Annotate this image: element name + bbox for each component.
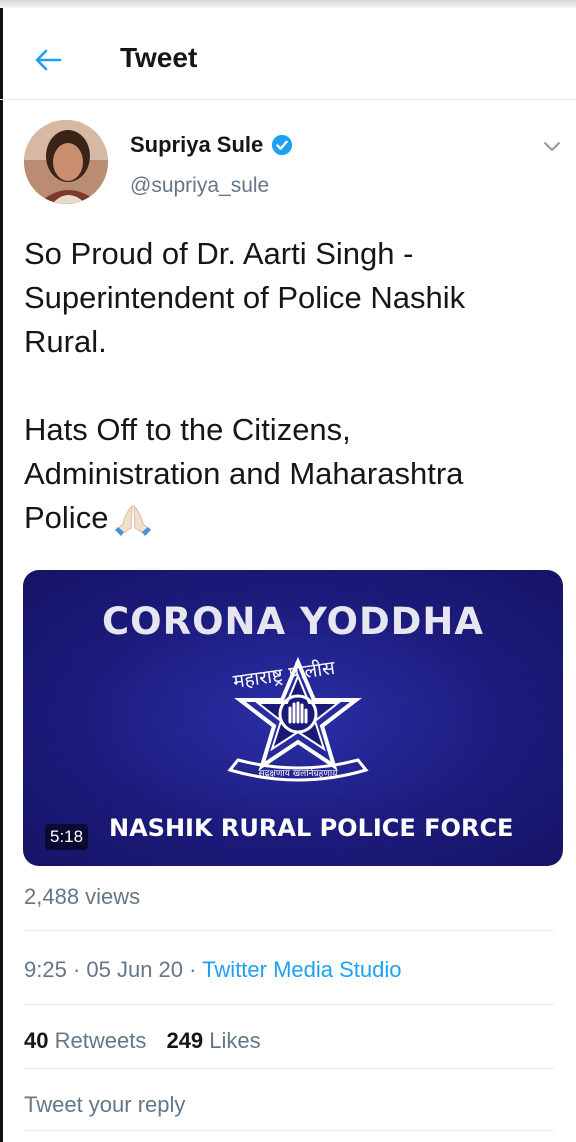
divider	[24, 1130, 554, 1131]
avatar[interactable]	[24, 120, 108, 204]
name-row: Supriya Sule	[130, 132, 293, 158]
view-count: 2,488 views	[24, 884, 141, 909]
engagement-stats: 40 Retweets 249 Likes	[24, 1028, 275, 1054]
video-title: CORONA YODDHA	[102, 600, 484, 643]
tweet-line: Police	[24, 500, 109, 535]
divider	[24, 1068, 554, 1069]
tweet-line: So Proud of Dr. Aarti Singh -	[24, 236, 414, 271]
chevron-down-icon[interactable]	[540, 134, 564, 158]
video-duration-badge: 5:18	[45, 824, 89, 850]
back-arrow-icon	[35, 49, 62, 71]
tweet-date: 05 Jun 20	[86, 957, 184, 982]
meta-separator: ·	[183, 957, 203, 982]
tweet-author: Supriya Sule @supriya_sule	[0, 112, 576, 212]
police-emblem-icon: महाराष्ट्र पोलीस सद्रक्षणाय खलनिग्रहणाय	[227, 656, 369, 782]
tweet-time: 9:25	[24, 957, 67, 982]
status-strip	[0, 0, 576, 8]
likes-count: 249	[166, 1028, 204, 1053]
top-bar: Tweet	[0, 20, 576, 100]
reply-input[interactable]: Tweet your reply	[24, 1092, 185, 1118]
tweet-line: Hats Off to the Citizens,	[24, 412, 351, 447]
likes-label: Likes	[209, 1028, 261, 1053]
retweets-count: 40	[24, 1028, 49, 1053]
back-button[interactable]	[28, 42, 68, 78]
retweets-label: Retweets	[54, 1028, 147, 1053]
emblem-top-text: महाराष्ट्र पोलीस	[231, 656, 337, 693]
meta-separator: ·	[66, 957, 87, 982]
likes-link[interactable]: 249 Likes	[166, 1028, 260, 1053]
folded-hands-icon	[115, 504, 152, 536]
page-title: Tweet	[120, 42, 198, 73]
tweet-line: Superintendent of Police Nashik	[24, 280, 466, 315]
verified-badge-icon	[272, 134, 293, 156]
author-name[interactable]: Supriya Sule	[130, 132, 263, 158]
emblem-ribbon-text: सद्रक्षणाय खलनिग्रहणाय	[259, 767, 339, 779]
video-subtitle: NASHIK RURAL POLICE FORCE	[109, 814, 514, 842]
tweet-line-last: Police	[24, 496, 554, 540]
retweets-link[interactable]: 40 Retweets	[24, 1028, 146, 1053]
tweet-meta: 9:25 · 05 Jun 20 · Twitter Media Studio	[24, 957, 402, 983]
author-handle[interactable]: @supriya_sule	[130, 174, 269, 198]
tweet-line: Administration and Maharashtra	[24, 456, 464, 491]
tweet-source-link[interactable]: Twitter Media Studio	[202, 957, 401, 982]
divider	[24, 1004, 554, 1005]
tweet-line: Rural.	[24, 324, 107, 359]
divider	[24, 930, 554, 931]
video-player[interactable]: CORONA YODDHA महाराष्ट्र पोलीस सद्रक्षणा…	[23, 570, 563, 866]
tweet-text: So Proud of Dr. Aarti Singh - Superinten…	[24, 232, 554, 540]
